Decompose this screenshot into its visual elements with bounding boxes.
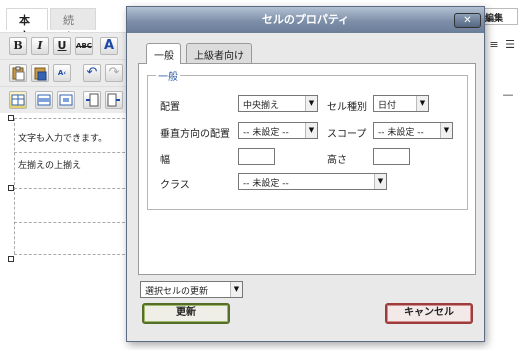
chevron-down-icon: ▼ [440, 123, 452, 138]
dialog-title: セルのプロパティ [127, 7, 484, 33]
table-border [14, 118, 130, 119]
chevron-down-icon: ▼ [230, 282, 242, 297]
vertical-alignment-select[interactable]: -- 未設定 -- ▼ [238, 122, 318, 139]
close-icon[interactable]: ✕ [454, 13, 481, 28]
class-value: -- 未設定 -- [243, 179, 289, 189]
general-panel: 一般 配置 中央揃え ▼ セル種別 日付 ▼ 垂直方向の配置 -- 未設定 --… [138, 63, 476, 275]
toolbar-row-1: B I U ABC A [0, 32, 130, 59]
alignment-select[interactable]: 中央揃え ▼ [238, 95, 318, 112]
cell-type-select[interactable]: 日付 ▼ [373, 95, 429, 112]
selection-handle[interactable] [8, 256, 14, 262]
table-icon[interactable] [9, 91, 27, 109]
chevron-down-icon: ▼ [416, 96, 428, 111]
insert-column-before-icon[interactable] [83, 91, 101, 109]
chevron-down-icon: ▼ [305, 123, 317, 138]
cell-type-value: 日付 [378, 101, 397, 111]
table-border [14, 254, 130, 255]
bold-icon[interactable]: B [9, 37, 27, 55]
editor-content[interactable]: 文字も入力できます。 左揃えの上揃え [8, 112, 130, 350]
row-icon[interactable] [35, 91, 53, 109]
tab-continued[interactable]: 続き [50, 8, 96, 43]
vertical-alignment-value: -- 未設定 -- [243, 128, 289, 138]
chevron-down-icon: ▼ [374, 174, 386, 189]
class-label: クラス [160, 180, 190, 191]
spellcheck-icon[interactable]: A‹ [53, 64, 71, 82]
undo-icon[interactable]: ↶ [83, 64, 101, 82]
tab-general[interactable]: 一般 [146, 43, 181, 64]
table-border [14, 188, 130, 189]
tab-body[interactable]: 本文 [6, 8, 48, 43]
cell-icon[interactable] [57, 91, 75, 109]
vertical-alignment-label: 垂直方向の配置 [160, 129, 230, 140]
paste-word-icon[interactable] [31, 64, 49, 82]
tab-advanced[interactable]: 上級者向け [186, 43, 252, 63]
table-border [14, 118, 15, 254]
list-indent-icon[interactable]: ☰ [502, 36, 518, 54]
alignment-value: 中央揃え [243, 101, 280, 111]
toolbar-row-3 [0, 86, 130, 113]
toolbar-row-2: A‹ ↶ ↷ [0, 59, 130, 86]
update-scope-value: 選択セルの更新 [145, 287, 209, 297]
table-cell-text[interactable]: 文字も入力できます。 [18, 131, 107, 144]
font-color-icon[interactable]: A [100, 37, 118, 55]
chevron-down-icon: ▼ [305, 96, 317, 111]
align-right-icon[interactable]: ≡ [486, 36, 502, 54]
cell-type-label: セル種別 [327, 102, 367, 113]
paste-icon[interactable] [9, 64, 27, 82]
alignment-label: 配置 [160, 102, 180, 113]
height-label: 高さ [327, 155, 347, 166]
strikethrough-icon[interactable]: ABC [75, 37, 93, 55]
update-scope-select[interactable]: 選択セルの更新 ▼ [140, 281, 243, 298]
width-input[interactable] [238, 148, 275, 165]
cell-properties-dialog: セルのプロパティ ✕ 一般 上級者向け 一般 配置 中央揃え ▼ セル種別 日付… [126, 6, 485, 342]
section-title: 一般 [158, 72, 178, 83]
table-cell-text[interactable]: 左揃えの上揃え [18, 158, 81, 171]
redo-icon[interactable]: ↷ [105, 64, 123, 82]
width-label: 幅 [160, 155, 170, 166]
scope-label: スコープ [327, 129, 367, 140]
update-button[interactable]: 更新 [142, 303, 230, 324]
insert-column-after-icon[interactable] [105, 91, 123, 109]
underline-icon[interactable]: U [53, 37, 71, 55]
table-border [14, 152, 130, 153]
italic-icon[interactable]: I [31, 37, 49, 55]
height-input[interactable] [373, 148, 410, 165]
table-border [14, 222, 130, 223]
class-select[interactable]: -- 未設定 -- ▼ [238, 173, 387, 190]
scope-value: -- 未設定 -- [378, 128, 424, 138]
cancel-button[interactable]: キャンセル [385, 303, 473, 324]
scope-select[interactable]: -- 未設定 -- ▼ [373, 122, 453, 139]
horizontal-rule-icon[interactable]: — [500, 86, 516, 104]
